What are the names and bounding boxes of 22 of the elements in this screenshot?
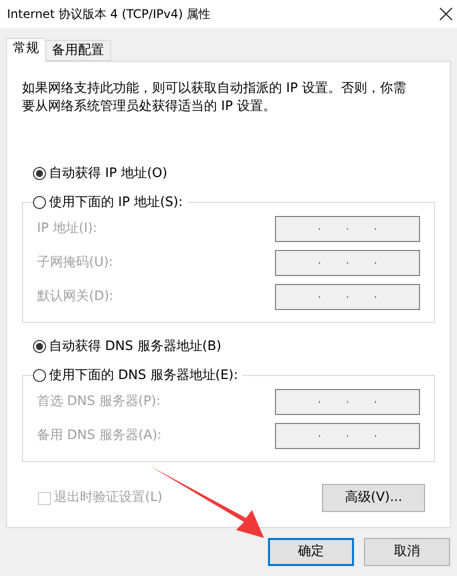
ip-address-field[interactable] [275, 389, 420, 415]
radio-button[interactable] [33, 368, 46, 382]
radio-button[interactable] [33, 196, 46, 209]
ip-address-field[interactable] [275, 423, 420, 449]
dialog-button[interactable]: 确定 [268, 538, 354, 566]
description-text: 如果网络支持此功能，则可以获取自动指派的 IP 设置。否则，你需要从网络系统管理员处获得适当的 IP 设置。 [22, 80, 407, 116]
ip-address-field[interactable] [275, 216, 420, 242]
window-title: Internet 协议版本 4 (TCP/IPv4) 属性 [7, 6, 211, 23]
field-label: 子网掩码(U): [37, 254, 114, 272]
advanced-button[interactable]: 高级(V)... [322, 484, 425, 512]
close-icon[interactable] [439, 7, 453, 21]
dialog-button[interactable]: 取消 [364, 538, 450, 566]
field-label: 备用 DNS 服务器(A): [37, 427, 162, 446]
field-label: 首选 DNS 服务器(P): [37, 393, 161, 412]
ip-address-field[interactable] [275, 250, 420, 276]
ip-address-field[interactable] [275, 284, 420, 310]
radio-button[interactable] [33, 167, 46, 180]
tab[interactable]: 常规 [6, 38, 46, 62]
radio-button[interactable] [33, 340, 46, 354]
field-label: 默认网关(D): [37, 288, 114, 306]
tab[interactable]: 备用配置 [45, 40, 111, 61]
field-label: IP 地址(I): [37, 220, 98, 238]
